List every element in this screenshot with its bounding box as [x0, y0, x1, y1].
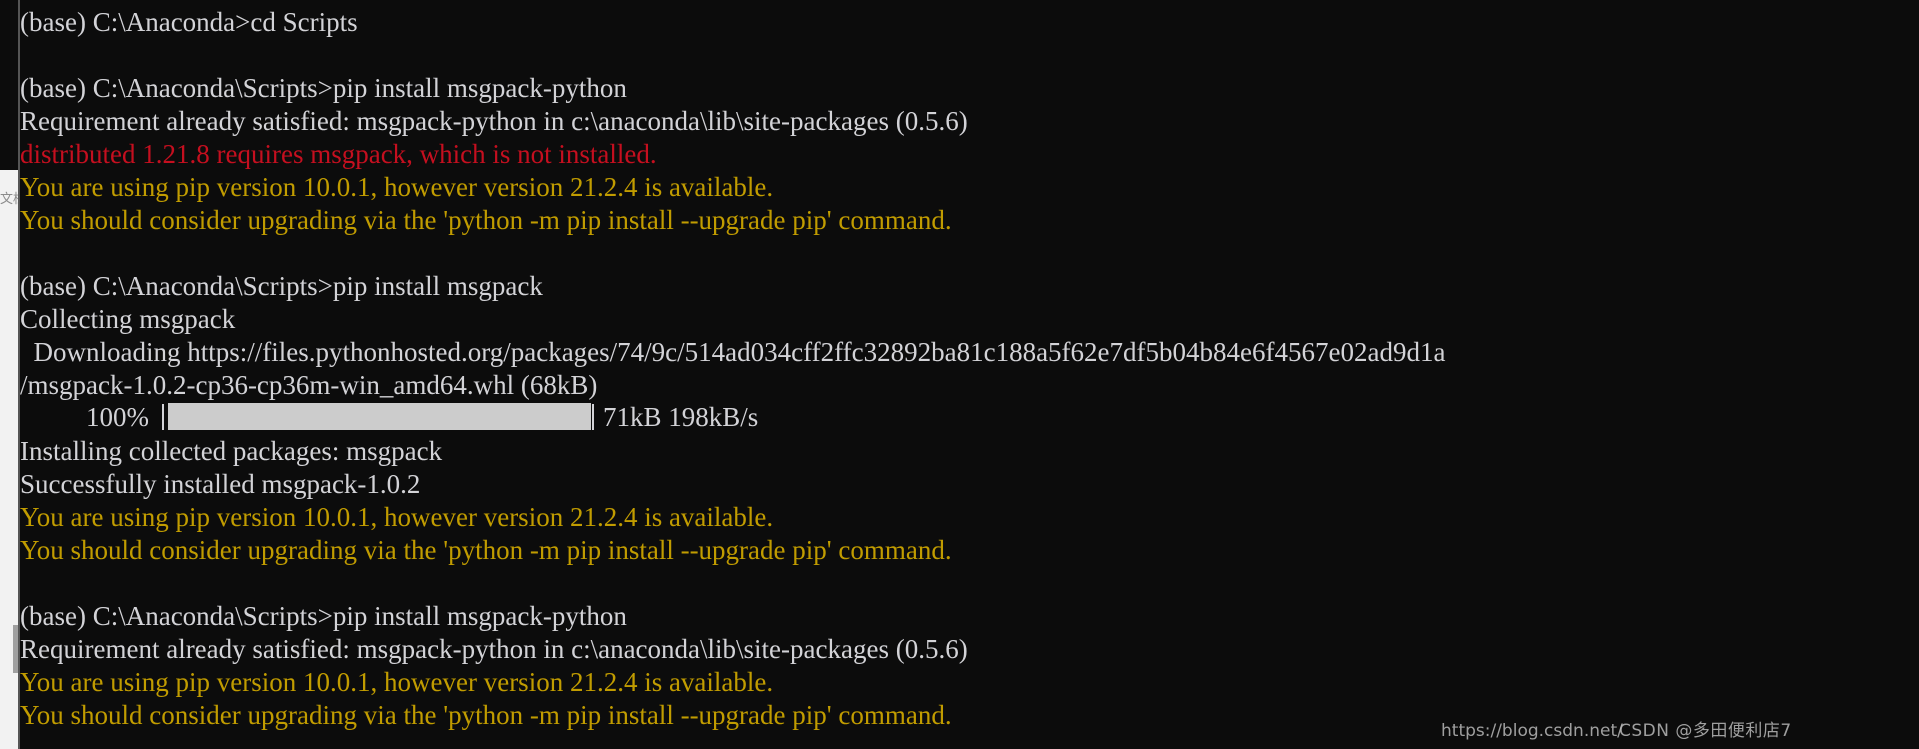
- console-line: distributed 1.21.8 requires msgpack, whi…: [20, 139, 657, 169]
- console-line: (base) C:\Anaconda\Scripts>pip install m…: [20, 601, 627, 631]
- console-line: You are using pip version 10.0.1, howeve…: [20, 667, 774, 697]
- console-line: You are using pip version 10.0.1, howeve…: [20, 172, 774, 202]
- console-line: Successfully installed msgpack-1.0.2: [20, 469, 421, 499]
- console-line: Collecting msgpack: [20, 304, 236, 334]
- console-line: You should consider upgrading via the 'p…: [20, 535, 952, 565]
- progress-rate-label: 71kB 198kB/s: [603, 402, 759, 432]
- watermark-url: https://blog.csdn.net/: [1441, 721, 1623, 741]
- console-line: /msgpack-1.0.2-cp36-cp36m-win_amd64.whl …: [20, 370, 598, 400]
- progress-bar-right-bracket: [592, 404, 594, 430]
- console-line: Requirement already satisfied: msgpack-p…: [20, 106, 968, 136]
- console-line: You should consider upgrading via the 'p…: [20, 700, 952, 730]
- progress-bar-left-bracket: [162, 404, 164, 430]
- console-line: (base) C:\Anaconda>cd Scripts: [20, 7, 358, 37]
- console-line: (base) C:\Anaconda\Scripts>pip install m…: [20, 271, 543, 301]
- console-line: Installing collected packages: msgpack: [20, 436, 443, 466]
- console-line: (base) C:\Anaconda\Scripts>pip install m…: [20, 73, 627, 103]
- screenshot-root: 文档 器 (base) C:\Anaconda>cd Scripts(base)…: [0, 0, 1919, 749]
- console-line: Requirement already satisfied: msgpack-p…: [20, 634, 968, 664]
- csdn-watermark: https://blog.csdn.net/ CSDN @多田便利店7: [1441, 715, 1911, 741]
- progress-bar-fill: [168, 403, 591, 430]
- background-window-glyph-column: 文档 器: [0, 192, 19, 207]
- console-line: You are using pip version 10.0.1, howeve…: [20, 502, 774, 532]
- download-progress-row: 100% 71kB 198kB/s: [20, 402, 758, 619]
- progress-percent-label: 100%: [86, 402, 149, 432]
- command-prompt-console[interactable]: (base) C:\Anaconda>cd Scripts (base) C:\A…: [20, 0, 1919, 749]
- background-window-top-mask: [0, 0, 19, 170]
- watermark-author: CSDN @多田便利店7: [1619, 721, 1792, 741]
- console-line: Downloading https://files.pythonhosted.o…: [20, 337, 1446, 367]
- console-line: You should consider upgrading via the 'p…: [20, 205, 952, 235]
